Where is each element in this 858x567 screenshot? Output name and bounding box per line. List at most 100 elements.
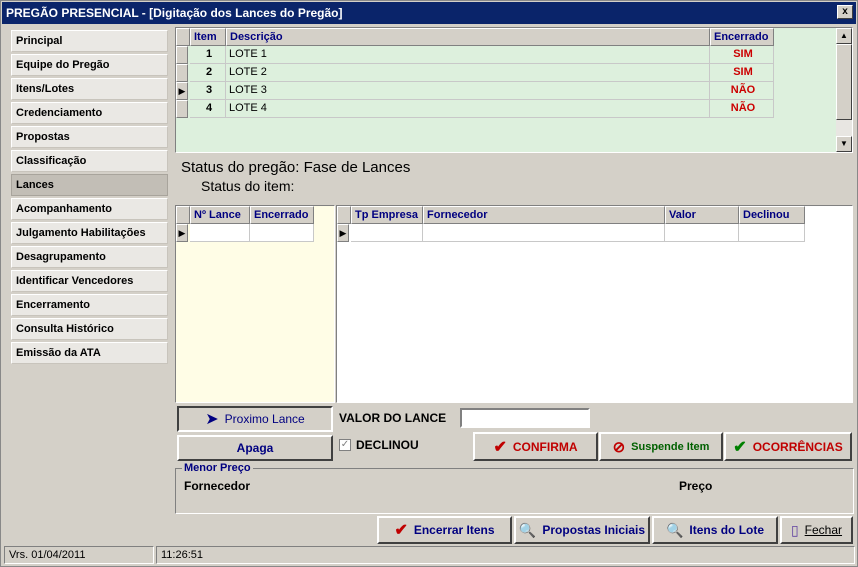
row-indicator[interactable] xyxy=(176,46,188,64)
confirma-button[interactable]: ✔ CONFIRMA xyxy=(473,432,598,461)
col-header-numero-lance[interactable]: Nº Lance xyxy=(190,206,250,224)
col-header-tp-empresa[interactable]: Tp Empresa xyxy=(351,206,423,224)
item-cell-item[interactable]: 1 xyxy=(190,46,226,64)
status-time: 11:26:51 xyxy=(156,546,855,564)
row-indicator: ▶ xyxy=(176,224,188,242)
sidebar-item-emiss-o-da-ata[interactable]: Emissão da ATA xyxy=(11,342,168,364)
arrow-right-icon: ➤ xyxy=(205,411,219,428)
menor-preco-title: Menor Preço xyxy=(182,462,253,474)
fornecedor-cell[interactable] xyxy=(665,224,739,242)
sidebar-item-acompanhamento[interactable]: Acompanhamento xyxy=(11,198,168,220)
apaga-label: Apaga xyxy=(236,441,274,455)
col-header-valor[interactable]: Valor xyxy=(665,206,739,224)
item-cell-item[interactable]: 4 xyxy=(190,100,226,118)
apaga-button[interactable]: Apaga xyxy=(177,435,333,461)
close-button[interactable]: x xyxy=(837,5,853,19)
sidebar-item-consulta-hist-rico[interactable]: Consulta Histórico xyxy=(11,318,168,340)
item-cell-encerrado[interactable]: SIM xyxy=(710,64,774,82)
status-version: Vrs. 01/04/2011 xyxy=(4,546,154,564)
ocorrencias-label: OCORRÊNCIAS xyxy=(752,439,843,454)
item-cell-descricao[interactable]: LOTE 3 xyxy=(226,82,710,100)
col-header-declinou[interactable]: Declinou xyxy=(739,206,805,224)
declinou-label: DECLINOU xyxy=(356,438,419,452)
lance-cell[interactable] xyxy=(190,224,250,242)
fornecedores-grid: Tp Empresa Fornecedor Valor Declinou ▶ xyxy=(336,205,853,403)
item-cell-descricao[interactable]: LOTE 2 xyxy=(226,64,710,82)
sidebar-item-lances[interactable]: Lances xyxy=(11,174,168,196)
fechar-button[interactable]: ▯ Fechar xyxy=(780,516,853,544)
item-cell-encerrado[interactable]: SIM xyxy=(710,46,774,64)
declinou-checkbox[interactable]: ✓ xyxy=(339,439,351,451)
col-header-fornecedor[interactable]: Fornecedor xyxy=(423,206,665,224)
encerrar-itens-button[interactable]: ✔ Encerrar Itens xyxy=(377,516,512,544)
row-indicator[interactable] xyxy=(176,100,188,118)
row-indicator[interactable]: ▶ xyxy=(176,82,188,100)
menor-preco-group: Menor Preço Fornecedor Preço xyxy=(175,462,854,514)
sidebar-item-principal[interactable]: Principal xyxy=(11,30,168,52)
main-window: PREGÃO PRESENCIAL - [Digitação dos Lance… xyxy=(0,0,858,567)
sidebar-item-julgamento-habilita-es[interactable]: Julgamento Habilitações xyxy=(11,222,168,244)
status-pregao-label: Status do pregão: xyxy=(181,159,300,176)
fornecedor-cell[interactable] xyxy=(423,224,665,242)
item-cell-descricao[interactable]: LOTE 4 xyxy=(226,100,710,118)
sidebar-item-encerramento[interactable]: Encerramento xyxy=(11,294,168,316)
menor-preco-preco-label: Preço xyxy=(679,479,713,493)
item-cell-encerrado[interactable]: NÃO xyxy=(710,100,774,118)
propostas-iniciais-button[interactable]: 🔍 Propostas Iniciais xyxy=(514,516,650,544)
sidebar-item-credenciamento[interactable]: Credenciamento xyxy=(11,102,168,124)
document-search-icon: 🔍 xyxy=(518,521,537,538)
scroll-down-button[interactable]: ▼ xyxy=(836,136,852,152)
confirma-label: CONFIRMA xyxy=(512,439,578,454)
menor-preco-fornecedor-label: Fornecedor xyxy=(184,479,251,493)
grid-corner xyxy=(337,206,351,224)
checkmark-icon: ✔ xyxy=(493,438,507,456)
propostas-label: Propostas Iniciais xyxy=(542,523,646,537)
status-pregao-value: Fase de Lances xyxy=(303,159,411,176)
itens-do-lote-button[interactable]: 🔍 Itens do Lote xyxy=(652,516,778,544)
title-bar: PREGÃO PRESENCIAL - [Digitação dos Lance… xyxy=(2,2,856,24)
fechar-label: Fechar xyxy=(804,523,843,537)
sidebar-item-propostas[interactable]: Propostas xyxy=(11,126,168,148)
row-indicator[interactable] xyxy=(176,64,188,82)
proximo-lance-button[interactable]: ➤ Proximo Lance xyxy=(177,406,333,432)
grid-corner xyxy=(176,28,190,46)
document-search-icon: 🔍 xyxy=(665,521,684,538)
col-header-descricao[interactable]: Descrição xyxy=(226,28,710,46)
prohibited-icon: ⊘ xyxy=(612,438,626,456)
items-scrollbar[interactable]: ▲ ▼ xyxy=(836,28,852,152)
row-indicator: ▶ xyxy=(337,224,349,242)
col-header-encerrado[interactable]: Encerrado xyxy=(710,28,774,46)
lance-cell[interactable] xyxy=(250,224,314,242)
suspende-label: Suspende Item xyxy=(631,440,710,453)
door-exit-icon: ▯ xyxy=(790,521,799,538)
col-header-lance-encerrado[interactable]: Encerrado xyxy=(250,206,314,224)
scroll-up-button[interactable]: ▲ xyxy=(836,28,852,44)
col-header-item[interactable]: Item xyxy=(190,28,226,46)
encerrar-label: Encerrar Itens xyxy=(413,523,495,537)
fornecedor-cell[interactable] xyxy=(351,224,423,242)
item-cell-item[interactable]: 2 xyxy=(190,64,226,82)
sidebar-item-classifica-o[interactable]: Classificação xyxy=(11,150,168,172)
sidebar-item-desagrupamento[interactable]: Desagrupamento xyxy=(11,246,168,268)
sidebar-item-itens-lotes[interactable]: Itens/Lotes xyxy=(11,78,168,100)
checkmark-icon: ✔ xyxy=(733,438,747,456)
item-cell-item[interactable]: 3 xyxy=(190,82,226,100)
checkmark-icon: ✔ xyxy=(394,522,408,539)
fornecedor-cell[interactable] xyxy=(739,224,805,242)
window-title: PREGÃO PRESENCIAL - [Digitação dos Lance… xyxy=(6,6,343,20)
grid-corner xyxy=(176,206,190,224)
valor-lance-label: VALOR DO LANCE xyxy=(339,411,447,425)
scroll-thumb[interactable] xyxy=(836,44,852,120)
sidebar-item-identificar-vencedores[interactable]: Identificar Vencedores xyxy=(11,270,168,292)
sidebar-nav: Principal Equipe do Pregão Itens/Lotes Cred… xyxy=(11,30,168,366)
item-cell-encerrado[interactable]: NÃO xyxy=(710,82,774,100)
status-item-label: Status do item: xyxy=(201,178,295,194)
suspende-item-button[interactable]: ⊘ Suspende Item xyxy=(599,432,723,461)
ocorrencias-button[interactable]: ✔ OCORRÊNCIAS xyxy=(724,432,852,461)
sidebar-item-equipe-do-preg-o[interactable]: Equipe do Pregão xyxy=(11,54,168,76)
itens-lote-label: Itens do Lote xyxy=(689,523,765,537)
lances-grid: Nº Lance Encerrado ▶ xyxy=(175,205,335,403)
valor-lance-input[interactable] xyxy=(460,408,590,428)
items-grid: Item Descrição Encerrado 1 LOTE 1 SIM 2 LOTE… xyxy=(175,27,853,153)
item-cell-descricao[interactable]: LOTE 1 xyxy=(226,46,710,64)
